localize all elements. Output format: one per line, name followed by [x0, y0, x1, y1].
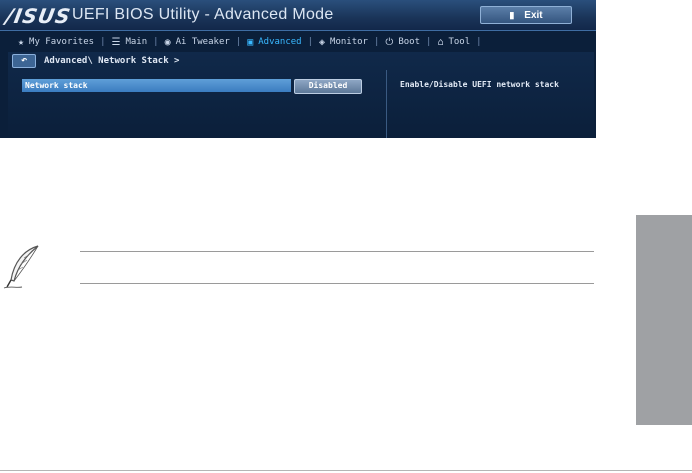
tool-icon: ⌂	[437, 36, 444, 48]
help-divider	[386, 70, 387, 138]
list-icon: ☰	[111, 36, 121, 48]
tab-label: Tool	[448, 37, 471, 47]
tab-label: Advanced	[258, 37, 302, 47]
tab-label: Monitor	[330, 37, 368, 47]
nav-separator: |	[426, 37, 432, 47]
tab-ai-tweaker[interactable]: ◉ Ai Tweaker	[161, 37, 234, 48]
tab-my-favorites[interactable]: ★ My Favorites	[14, 37, 98, 48]
tab-monitor[interactable]: ◈ Monitor	[315, 37, 372, 48]
feather-pen-icon	[3, 245, 39, 289]
main-nav: ★ My Favorites | ☰ Main | ◉ Ai Tweaker | ▣ A…	[14, 33, 594, 51]
tab-boot[interactable]: ⏻ Boot	[381, 37, 424, 48]
nav-separator: |	[307, 37, 314, 47]
network-stack-option[interactable]: Network stack	[22, 79, 291, 92]
nav-separator: |	[153, 37, 159, 47]
tab-label: Boot	[398, 37, 421, 47]
footer-rule	[0, 470, 692, 471]
asus-logo: /ISUS	[3, 4, 73, 28]
advanced-icon: ▣	[247, 36, 254, 48]
tweaker-icon: ◉	[164, 36, 171, 48]
tab-label: My Favorites	[29, 37, 95, 47]
bios-title: UEFI BIOS Utility - Advanced Mode	[72, 6, 334, 23]
breadcrumb: ↶ Advanced\ Network Stack >	[12, 54, 179, 68]
nav-separator: |	[100, 37, 106, 47]
back-arrow-icon: ↶	[20, 55, 28, 66]
nav-separator: |	[373, 37, 380, 47]
nav-separator: |	[476, 37, 482, 47]
breadcrumb-text: Advanced\ Network Stack >	[44, 56, 180, 66]
tab-advanced[interactable]: ▣ Advanced	[243, 37, 305, 48]
exit-label: Exit	[524, 10, 543, 21]
star-icon: ★	[18, 36, 25, 48]
tab-main[interactable]: ☰ Main	[107, 37, 151, 48]
note-rule-bottom	[80, 283, 594, 284]
power-icon: ⏻	[385, 36, 394, 48]
tab-label: Ai Tweaker	[175, 37, 230, 47]
bios-screenshot: /ISUS UEFI BIOS Utility - Advanced Mode …	[0, 0, 596, 138]
help-text: Enable/Disable UEFI network stack	[400, 80, 559, 89]
note-rule-top	[80, 251, 594, 252]
back-button[interactable]: ↶	[12, 54, 36, 68]
tab-label: Main	[125, 37, 148, 47]
nav-separator: |	[235, 37, 242, 47]
tab-tool[interactable]: ⌂ Tool	[433, 37, 474, 48]
exit-icon: ▮	[509, 10, 515, 20]
network-stack-value-button[interactable]: Disabled	[294, 79, 362, 94]
monitor-icon: ◈	[319, 36, 326, 48]
chapter-side-tab	[636, 215, 692, 425]
exit-button[interactable]: ▮ Exit	[480, 6, 572, 24]
